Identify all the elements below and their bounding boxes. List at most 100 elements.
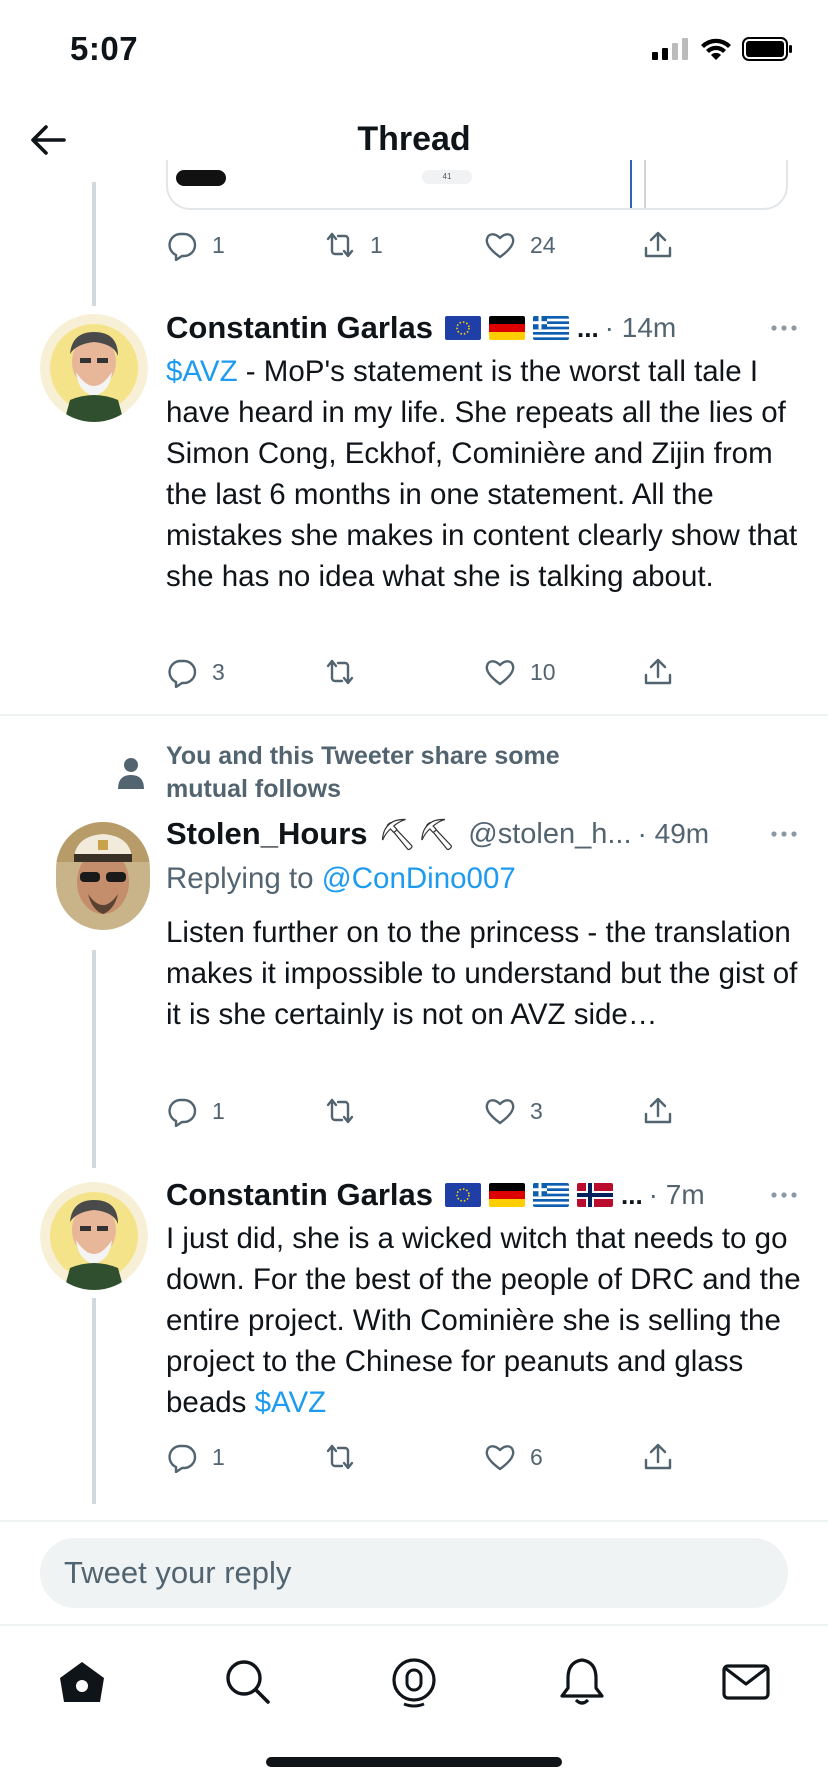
norway-flag-icon [577, 1183, 613, 1207]
like-count: 24 [530, 231, 556, 258]
retweet-button[interactable]: 1 [324, 225, 383, 265]
tweet-timestamp[interactable]: · 7m [649, 1179, 705, 1211]
retweet-icon [326, 659, 354, 685]
cashtag-link[interactable]: $AVZ [166, 355, 238, 388]
reply-icon [168, 232, 197, 261]
avatar[interactable] [56, 822, 150, 930]
home-indicator[interactable] [266, 1757, 562, 1767]
share-button[interactable] [642, 1437, 674, 1477]
tweet-timestamp[interactable]: · 14m [605, 312, 677, 344]
like-button[interactable]: 6 [484, 1437, 543, 1477]
user-handle[interactable]: @stolen_h... [468, 818, 631, 851]
tweet-text: - MoP's statement is the worst tall tale… [166, 355, 798, 593]
retweet-icon [326, 232, 354, 258]
heart-icon [485, 1445, 515, 1471]
social-context: You and this Tweeter share some mutual f… [166, 742, 560, 803]
reply-count: 1 [212, 1097, 225, 1124]
mail-icon[interactable] [718, 1654, 774, 1710]
reply-button[interactable]: 1 [166, 1091, 225, 1131]
reply-button[interactable]: 1 [166, 1437, 225, 1477]
person-icon [118, 758, 144, 789]
battery-icon [742, 37, 792, 61]
reply-count: 3 [212, 658, 225, 685]
germany-flag-icon [489, 316, 525, 340]
avatar[interactable] [40, 314, 148, 422]
spaces-icon[interactable] [386, 1654, 442, 1710]
tweet-header: Stolen_Hours ⛏⛏ @stolen_h... · 49m [166, 812, 798, 856]
retweet-button[interactable] [324, 1091, 370, 1131]
avatar-image [56, 822, 150, 930]
bell-icon[interactable] [554, 1654, 610, 1710]
share-icon [644, 1097, 672, 1124]
embed-divider [630, 160, 632, 208]
avatar-image [40, 1182, 148, 1290]
name-truncation: ... [577, 312, 599, 343]
avatar[interactable] [40, 1182, 148, 1290]
reply-icon [168, 1098, 197, 1127]
status-bar: 5:07 [0, 0, 828, 100]
reply-composer[interactable] [40, 1538, 788, 1608]
thread-connector-line [92, 182, 96, 306]
tweet-header: Constantin Garlas ... · 7m [166, 1173, 798, 1217]
retweet-button[interactable] [324, 652, 370, 692]
share-icon [644, 1443, 672, 1470]
heart-icon [485, 233, 515, 259]
tweet-body: $AVZ - MoP's statement is the worst tall… [166, 351, 806, 597]
name-flags [445, 1183, 621, 1207]
share-button[interactable] [642, 1091, 674, 1131]
home-icon[interactable] [54, 1654, 110, 1710]
reply-count: 1 [212, 1443, 225, 1470]
embed-divider [644, 160, 646, 208]
wifi-icon [701, 38, 731, 60]
tweet-body: Listen further on to the princess - the … [166, 916, 798, 1031]
reply-icon [168, 659, 197, 688]
greece-flag-icon [533, 316, 569, 340]
avatar-image [40, 314, 148, 422]
display-name[interactable]: Constantin Garlas [166, 310, 433, 346]
cashtag-link[interactable]: $AVZ [255, 1386, 327, 1419]
display-name[interactable]: Stolen_Hours [166, 816, 368, 852]
eu-flag-icon [445, 316, 481, 340]
retweet-button[interactable] [324, 1437, 370, 1477]
heart-icon [485, 660, 515, 686]
retweet-icon [326, 1098, 354, 1124]
share-icon [644, 231, 672, 258]
reply-button[interactable]: 3 [166, 652, 225, 692]
page-title: Thread [357, 120, 471, 158]
name-flags [445, 316, 577, 340]
like-button[interactable]: 3 [484, 1091, 543, 1131]
reply-icon [168, 1444, 197, 1473]
heart-icon [485, 1099, 515, 1125]
like-button[interactable]: 24 [484, 225, 556, 265]
thread-connector-line [92, 950, 96, 1168]
pickaxe-emoji: ⛏⛏ [377, 816, 457, 852]
embed-subscribe-pill [176, 170, 226, 186]
cellular-signal-icon [652, 38, 688, 60]
share-button[interactable] [642, 225, 674, 265]
tweet-actions: 3 10 [166, 652, 706, 692]
reply-button[interactable]: 1 [166, 225, 225, 265]
status-time: 5:07 [70, 30, 139, 67]
mention-link[interactable]: @ConDino007 [322, 862, 516, 895]
tweet-timestamp[interactable]: · 49m [638, 818, 710, 850]
share-button[interactable] [642, 652, 674, 692]
like-button[interactable]: 10 [484, 652, 556, 692]
more-options-icon[interactable] [770, 324, 798, 332]
more-options-icon[interactable] [770, 830, 798, 838]
tweet-actions: 1 6 [166, 1437, 706, 1477]
like-count: 10 [530, 658, 556, 685]
display-name[interactable]: Constantin Garlas [166, 1177, 433, 1213]
reply-count: 1 [212, 231, 225, 258]
more-options-icon[interactable] [770, 1191, 798, 1199]
share-icon [644, 658, 672, 685]
embed-like-chip: 41 [422, 170, 472, 184]
search-icon[interactable] [220, 1654, 276, 1710]
replying-to: Replying to @ConDino007 [166, 862, 516, 896]
thread-connector-line [92, 1298, 96, 1504]
embedded-media-card[interactable]: 41 [166, 160, 788, 210]
reply-input[interactable] [40, 1538, 788, 1608]
replying-to-label: Replying to [166, 862, 322, 895]
prev-tweet-actions: 1 1 24 [166, 225, 706, 265]
tweet-actions: 1 3 [166, 1091, 706, 1131]
eu-flag-icon [445, 1183, 481, 1207]
